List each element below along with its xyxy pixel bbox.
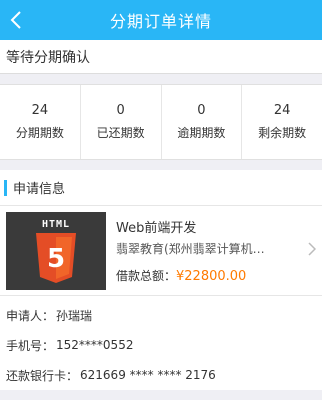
stat-value: 0 [116, 103, 125, 118]
field-bank-card: 还款银行卡： 621669 **** **** 2176 [0, 360, 322, 390]
nav-bar: 分期订单详情 [0, 0, 322, 40]
html5-badge-text: 5 [47, 244, 65, 274]
stat-value: 24 [31, 103, 49, 118]
section-accent-bar [4, 179, 7, 196]
stat-label: 分期期数 [15, 126, 64, 140]
back-button[interactable] [4, 8, 28, 32]
section-title: 申请信息 [13, 182, 66, 197]
product-org: 翡翠教育(郑州翡翠计算机… [116, 242, 265, 256]
stat-label: 逾期期数 [177, 126, 226, 140]
chevron-left-icon [10, 11, 21, 29]
status-text: 等待分期确认 [0, 40, 322, 74]
stat-remaining-periods: 24 剩余期数 [242, 85, 322, 159]
stat-label: 剩余期数 [258, 126, 307, 140]
html5-shield-icon: 5 [36, 232, 76, 283]
stat-overdue-periods: 0 逾期期数 [162, 85, 243, 159]
stat-total-periods: 24 分期期数 [0, 85, 81, 159]
field-value: 152****0552 [56, 338, 134, 352]
field-label: 还款银行卡： [6, 368, 79, 383]
stat-value: 0 [197, 103, 206, 118]
product-image: HTML 5 [6, 211, 106, 290]
loan-amount-value: ¥22800.00 [176, 269, 247, 284]
field-value: 621669 **** **** 2176 [80, 368, 216, 382]
applicant-fields: 申请人： 孙瑞瑞 手机号： 152****0552 还款银行卡： 621669 … [0, 296, 322, 390]
stat-paid-periods: 0 已还期数 [81, 85, 162, 159]
field-phone: 手机号： 152****0552 [0, 330, 322, 360]
product-info: Web前端开发 翡翠教育(郑州翡翠计算机… 借款总额：¥22800.00 [116, 217, 316, 284]
field-value: 孙瑞瑞 [56, 308, 93, 323]
chevron-right-icon [308, 242, 316, 256]
stats-panel: 24 分期期数 0 已还期数 0 逾期期数 24 剩余期数 [0, 84, 322, 160]
stat-value: 24 [273, 103, 291, 118]
page-title: 分期订单详情 [109, 12, 212, 31]
field-label: 手机号： [6, 338, 55, 353]
stat-label: 已还期数 [96, 126, 145, 140]
section-header-application: 申请信息 [0, 170, 322, 206]
loan-amount-label: 借款总额： [116, 269, 177, 283]
product-name: Web前端开发 [116, 221, 197, 236]
product-image-caption: HTML [41, 218, 71, 230]
field-applicant: 申请人： 孙瑞瑞 [0, 300, 322, 330]
field-label: 申请人： [6, 308, 55, 323]
product-card[interactable]: HTML 5 Web前端开发 翡翠教育(郑州翡翠计算机… 借款总额：¥22800… [0, 206, 322, 296]
loan-amount: 借款总额：¥22800.00 [116, 267, 316, 284]
